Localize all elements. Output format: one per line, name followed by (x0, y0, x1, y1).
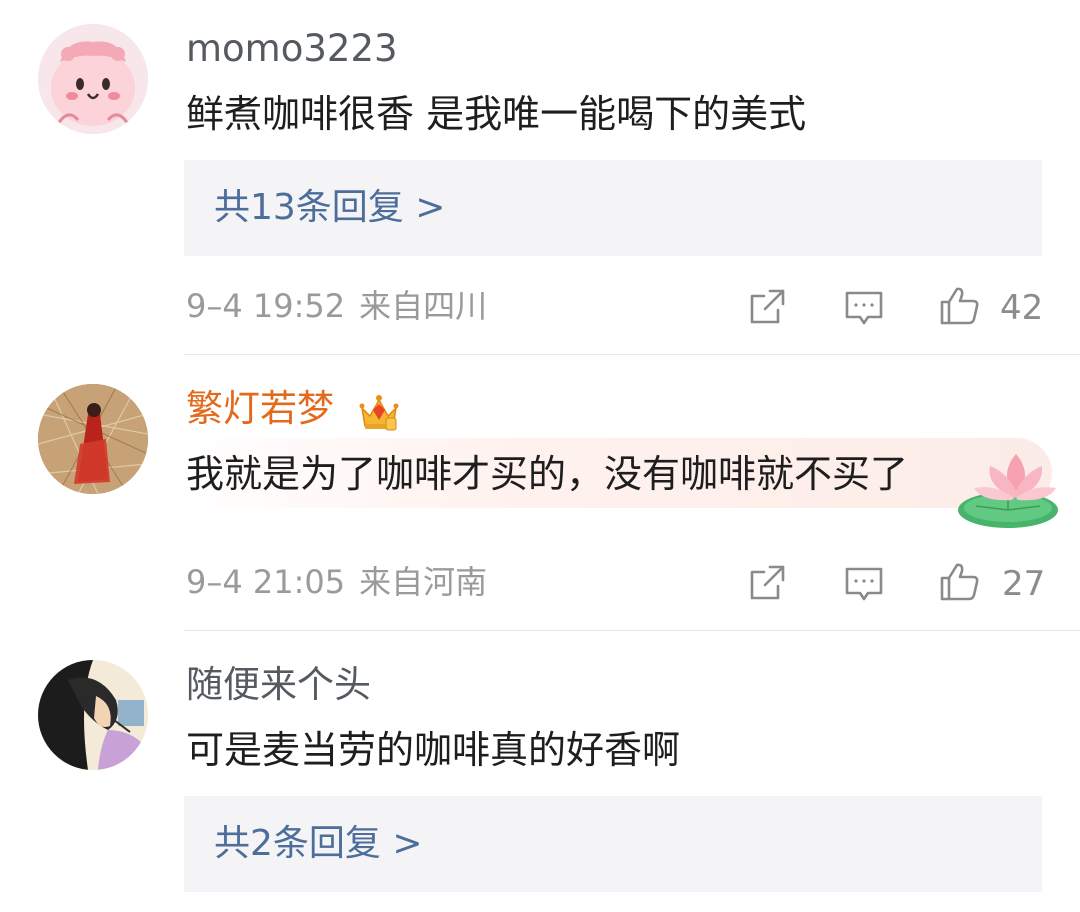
comment-text: 鲜煮咖啡很香 是我唯一能喝下的美式 (186, 92, 807, 136)
username[interactable]: 繁灯若梦 (186, 386, 334, 432)
comment-location: 来自四川 (359, 287, 488, 325)
comment-icon[interactable] (843, 287, 885, 329)
view-replies-link[interactable]: 共13条回复 > (214, 184, 445, 232)
divider (184, 354, 1080, 355)
like-icon[interactable] (938, 284, 980, 326)
vip-crown-icon (356, 390, 402, 436)
comment-time: 9–4 19:52 (186, 287, 346, 325)
replies-panel[interactable]: 共2条回复 > (184, 796, 1042, 892)
share-icon[interactable] (746, 286, 788, 328)
replies-panel[interactable]: 共13条回复 > (184, 160, 1042, 256)
comment-text: 我就是为了咖啡才买的，没有咖啡就不买了 (186, 452, 909, 496)
like-icon[interactable] (938, 560, 980, 602)
comment-meta: 9–4 19:52 来自四川 (186, 286, 487, 326)
avatar[interactable] (38, 24, 148, 134)
avatar[interactable] (38, 384, 148, 494)
share-icon[interactable] (746, 562, 788, 604)
like-count: 27 (1002, 564, 1046, 604)
comment-location: 来自河南 (359, 563, 488, 601)
like-count: 42 (1000, 288, 1044, 328)
comment-time: 9–4 21:05 (186, 563, 346, 601)
comment-meta: 9–4 21:05 来自河南 (186, 562, 487, 602)
lotus-sticker-icon (952, 432, 1072, 542)
comment-text: 可是麦当劳的咖啡真的好香啊 (186, 728, 681, 772)
username[interactable]: 随便来个头 (186, 662, 371, 708)
username[interactable]: momo3223 (186, 26, 398, 72)
avatar[interactable] (38, 660, 148, 770)
comment-icon[interactable] (843, 563, 885, 605)
view-replies-link[interactable]: 共2条回复 > (214, 820, 423, 868)
divider (184, 630, 1080, 631)
comment-list: momo3223 鲜煮咖啡很香 是我唯一能喝下的美式 共13条回复 > 9–4 … (0, 0, 1080, 912)
